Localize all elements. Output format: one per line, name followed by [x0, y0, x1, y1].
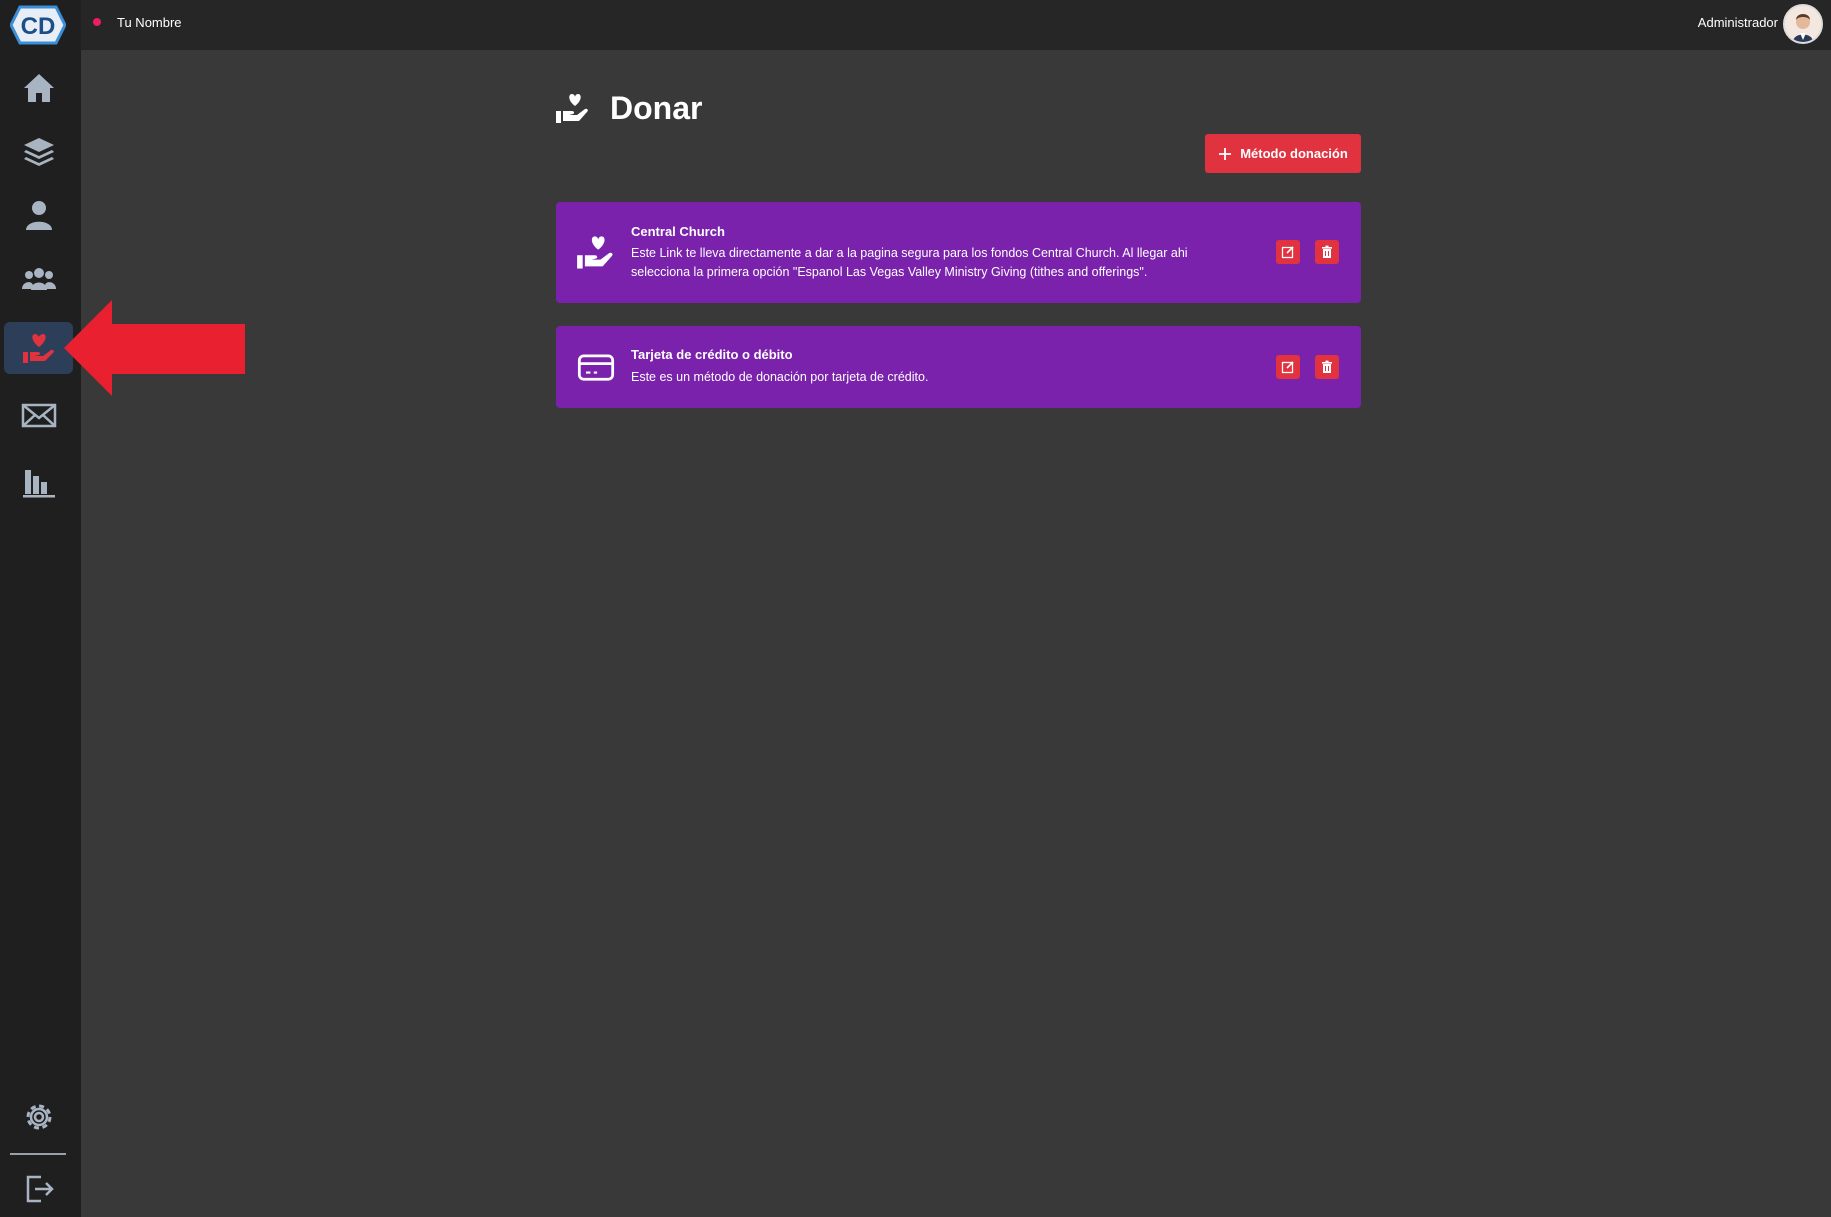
user-icon [25, 201, 52, 230]
trash-icon [1322, 245, 1332, 258]
page-header: Donar [554, 90, 702, 127]
username[interactable]: Tu Nombre [117, 15, 182, 30]
avatar-image [1785, 6, 1821, 42]
role-label: Administrador [1697, 15, 1778, 30]
donate-title-icon [556, 93, 588, 123]
method-description: Este es un método de donación por tarjet… [631, 370, 929, 384]
method-title: Central Church [631, 224, 725, 239]
delete-button[interactable] [1315, 355, 1339, 379]
donate-hand-icon [577, 236, 613, 269]
donation-method-card[interactable]: Tarjeta de crédito o débito Este es un m… [556, 326, 1361, 408]
credit-card-icon [577, 354, 615, 381]
sidebar-item-mail[interactable] [4, 389, 73, 441]
bar-chart-icon [22, 470, 55, 498]
mail-icon [21, 403, 56, 428]
gear-icon [26, 1104, 51, 1130]
sidebar-item-home[interactable] [4, 62, 73, 114]
add-donation-method-button[interactable]: Método donación [1205, 134, 1361, 173]
sidebar-item-donate[interactable] [4, 322, 73, 374]
avatar[interactable] [1783, 4, 1823, 44]
plus-icon [1219, 147, 1232, 160]
edit-icon [1281, 361, 1294, 374]
layers-icon [23, 138, 54, 166]
method-description: Este Link te lleva directamente a dar a … [631, 246, 1188, 279]
edit-icon [1281, 246, 1294, 259]
edit-button[interactable] [1276, 355, 1300, 379]
logout-icon [26, 1175, 54, 1203]
logo-text: CD [21, 13, 56, 40]
sidebar: CD [0, 0, 81, 1217]
page-title: Donar [610, 90, 703, 126]
donate-icon [22, 334, 54, 363]
add-button-label: Método donación [1240, 146, 1348, 161]
delete-button[interactable] [1315, 240, 1339, 264]
method-title: Tarjeta de crédito o débito [631, 347, 793, 362]
pointer-arrow [64, 300, 245, 396]
group-icon [21, 268, 56, 290]
home-icon [23, 74, 54, 102]
trash-icon [1322, 360, 1332, 373]
sidebar-item-settings[interactable] [4, 1091, 73, 1143]
sidebar-item-layers[interactable] [4, 126, 73, 178]
sidebar-item-group[interactable] [4, 253, 73, 305]
sidebar-divider [10, 1153, 66, 1155]
donation-method-card[interactable]: Central Church Este Link te lleva direct… [556, 202, 1361, 303]
app-logo[interactable]: CD [10, 5, 66, 45]
sidebar-item-logout[interactable] [4, 1163, 73, 1215]
status-dot [93, 18, 101, 26]
sidebar-item-user[interactable] [4, 189, 73, 241]
edit-button[interactable] [1276, 240, 1300, 264]
sidebar-item-stats[interactable] [4, 456, 73, 508]
top-bar: Tu Nombre Administrador [81, 0, 1831, 50]
